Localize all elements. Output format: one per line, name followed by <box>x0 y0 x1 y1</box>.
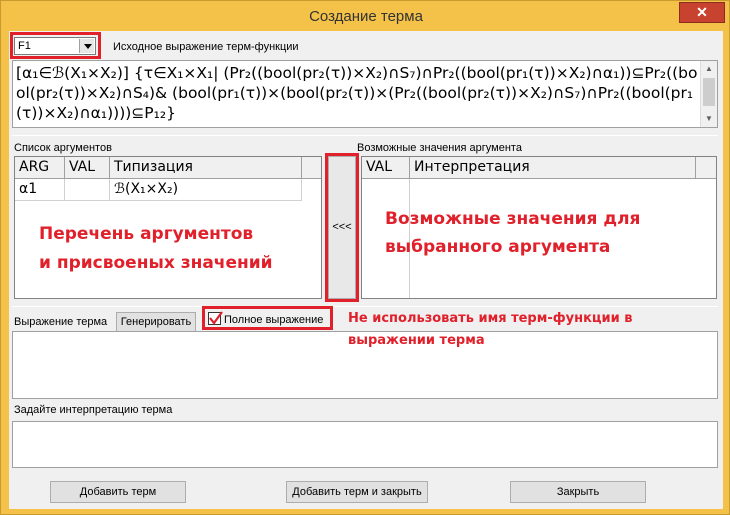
values-header-interpretation[interactable]: Интерпретация <box>410 157 696 179</box>
scroll-down-icon[interactable]: ▼ <box>701 111 717 127</box>
generate-button[interactable]: Генерировать <box>116 312 196 332</box>
table-row-arg[interactable]: α1 <box>15 179 65 201</box>
window-close-button[interactable]: ✕ <box>679 2 725 23</box>
add-and-close-button[interactable]: Добавить терм и закрыть <box>286 481 428 503</box>
arguments-header-filler <box>302 157 321 179</box>
annotation-checkbox-line2: выражении терма <box>348 333 485 348</box>
arguments-header-type[interactable]: Типизация <box>110 157 302 179</box>
arguments-header-val[interactable]: VAL <box>65 157 110 179</box>
annotation-values-line1: Возможные значения для <box>385 209 641 229</box>
function-select-highlight <box>10 32 101 59</box>
divider <box>12 306 718 307</box>
table-row-val[interactable] <box>65 179 110 201</box>
source-expression-label: Исходное выражение терм-функции <box>113 41 299 53</box>
checkbox-highlight <box>202 306 333 330</box>
source-expression-text: [α₁∈ℬ(X₁×X₂)] {τ∈X₁×X₁| (Pr₂((bool(pr₂(τ… <box>16 64 698 122</box>
annotation-checkbox-line1: Не использовать имя терм-функции в <box>348 311 633 326</box>
scroll-up-icon[interactable]: ▲ <box>701 61 717 77</box>
scroll-thumb[interactable] <box>703 78 715 106</box>
add-term-button[interactable]: Добавить терм <box>50 481 186 503</box>
values-header-val[interactable]: VAL <box>362 157 410 179</box>
title-bar[interactable]: Создание терма ✕ <box>1 1 730 31</box>
table-row-type[interactable]: ℬ(X₁×X₂) <box>110 179 302 201</box>
interpretation-field[interactable] <box>12 421 718 468</box>
interpretation-label: Задайте интерпретацию терма <box>14 404 173 416</box>
annotation-arguments-line1: Перечень аргументов <box>39 224 254 244</box>
term-expression-label: Выражение терма <box>14 316 108 328</box>
possible-values-label: Возможные значения аргумента <box>357 142 522 154</box>
arguments-label: Список аргументов <box>14 142 112 154</box>
move-button-highlight <box>325 153 359 302</box>
annotation-arguments-line2: и присвоеных значений <box>39 253 273 273</box>
divider <box>12 135 718 136</box>
dialog-client-area: F1 Исходное выражение терм-функции [α₁∈ℬ… <box>9 31 723 509</box>
source-expression-box[interactable]: [α₁∈ℬ(X₁×X₂)] {τ∈X₁×X₁| (Pr₂((bool(pr₂(τ… <box>12 60 718 128</box>
expression-scrollbar[interactable]: ▲ ▼ <box>700 61 717 127</box>
annotation-values-line2: выбранного аргумента <box>385 237 611 257</box>
dialog-window: Создание терма ✕ F1 Исходное выражение т… <box>0 0 730 515</box>
values-header-filler <box>696 157 716 179</box>
arguments-header-arg[interactable]: ARG <box>15 157 65 179</box>
close-button[interactable]: Закрыть <box>510 481 646 503</box>
window-title: Создание терма <box>309 8 423 25</box>
